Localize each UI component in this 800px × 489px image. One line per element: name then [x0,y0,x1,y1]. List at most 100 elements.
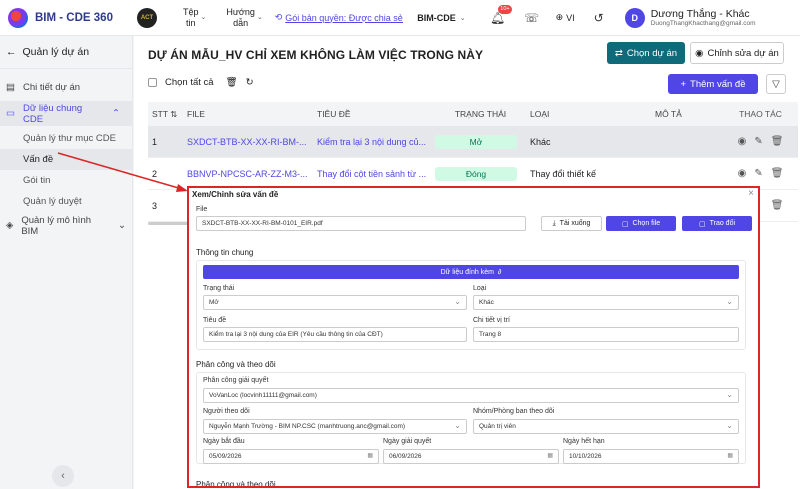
resolve-date-input[interactable]: 06/09/2026 [383,449,559,464]
sidebar-item-label: Quản lý duyệt [23,196,82,207]
sidebar-item-label: Dữ liệu chung CDE [22,102,83,125]
col-stt-label: STT [152,108,168,119]
phone-button[interactable]: ☏ [522,8,542,28]
download-button[interactable]: ⤓ Tải xuống [541,216,602,231]
user-email: DuongThangKhacthang@gmail.com [650,20,756,27]
type-select[interactable]: Khác [473,295,739,310]
add-issue-label: Thêm vấn đề [690,78,746,90]
filter-button[interactable]: ▽ [766,74,786,94]
row-stt: 1 [152,136,158,147]
download-icon: ⤓ [552,219,556,227]
phone-icon: ☏ [524,10,540,25]
download-label: Tải xuống [559,220,591,227]
menu-file-label: Tệp [183,6,199,17]
sidebar-item-label: Gói tin [23,175,51,186]
close-icon[interactable]: × [748,188,754,199]
chevron-up-icon: ⌃ [112,108,120,119]
sidebar-item-issues[interactable]: Vấn đề [0,149,132,170]
trash-icon[interactable]: 🗑︎ [771,168,784,179]
trash-icon[interactable]: 🗑︎ [771,200,784,211]
edit-project-button[interactable]: ◉ Chỉnh sửa dự án [690,42,784,64]
notification-button[interactable]: 🔔︎ 10+ [488,4,512,28]
copyright-link[interactable]: ⟲ Gói bản quyền: Được chia sẻ... [275,12,404,23]
resolve-date-label: Ngày giải quyết [383,438,432,445]
row-title-link[interactable]: Thay đổi cột tiền sảnh từ ... [313,169,431,179]
avatar: D [624,7,645,28]
assignee-select[interactable]: VoVanLoc (locvinh11111@gmail.com) [203,388,739,403]
follower-select[interactable]: Nguyễn Mạnh Trường - BIM NP.CSC (manhtru… [203,419,467,434]
row-actions: ◉ ✎ 🗑︎ [723,136,798,147]
sidebar-item-label: Quản lý thư mục CDE [23,133,116,144]
sidebar-item-packages[interactable]: Gói tin [0,170,132,191]
edit-icon[interactable]: ✎ [754,168,762,179]
row-file-link[interactable]: BBNVP-NPCSC-AR-ZZ-M3-... [183,169,313,179]
choose-project-button[interactable]: ⇄ Chọn dự án [607,42,685,64]
attached-data-button[interactable]: Dữ liệu đính kèm ∂ [203,265,739,279]
collapse-sidebar-button[interactable]: ‹ [52,465,74,487]
sidebar-item-cde-data[interactable]: ▭ Dữ liệu chung CDE ⌃ [0,101,132,126]
back-to-projects[interactable]: ← Quản lý dự án [0,36,132,69]
eye-icon: ◉ [695,47,704,59]
eye-icon[interactable]: ◉ [738,168,747,179]
row-type: Thay đổi thiết kế [530,168,597,179]
menu-file[interactable]: Tệp tin ⌄ [183,7,206,29]
choose-file-button[interactable]: ▢ Chọn file [606,216,676,231]
row-file-link[interactable]: SXDCT-BTB-XX-XX-RI-BM-... [183,137,313,147]
table-row[interactable]: 1 SXDCT-BTB-XX-XX-RI-BM-... Kiểm tra lại… [148,126,798,158]
col-type: LOẠI [530,109,550,119]
eye-icon[interactable]: ◉ [738,136,747,147]
chevron-down-icon: ⌄ [200,14,207,21]
due-date-label: Ngày hết hạn [563,438,605,445]
due-date-input[interactable]: 10/10/2026 [563,449,739,464]
select-all-checkbox[interactable] [148,78,157,87]
sidebar-item-bim-models[interactable]: ◈ Quản lý mô hình BIM ⌄ [0,213,132,238]
status-badge: Đóng [435,166,517,181]
col-stt[interactable]: STT ⇅ [148,109,183,120]
trash-icon[interactable]: 🗑︎ [226,77,238,88]
file-field[interactable]: SXDCT-BTB-XX-XX-RI-BM-0101_EIR.pdf [196,216,526,231]
edit-project-label: Chỉnh sửa dự án [707,47,779,59]
replace-button[interactable]: ▢ Trao đổi [682,216,752,231]
cube-icon: ◈ [6,220,14,231]
app-logo-icon [8,7,28,28]
group-select[interactable]: Quản trị viên [473,419,739,434]
refresh-icon[interactable]: ↻ [246,77,254,88]
choose-project-label: Chọn dự án [626,47,678,59]
trash-icon[interactable]: 🗑︎ [771,136,784,147]
history-button[interactable]: ↺ [589,8,609,28]
menu-guide[interactable]: Hướng dẫn ⌄ [226,7,262,29]
row-stt: 3 [152,200,158,211]
row-title-link[interactable]: Kiểm tra lại 3 nội dung củ... [313,137,431,147]
issue-edit-modal: Xem/Chỉnh sửa vấn đề × File SXDCT-BTB-XX… [187,186,760,488]
table-header: STT ⇅ FILE TIÊU ĐỀ TRẠNG THÁI LOẠI MÔ TẢ… [148,102,798,126]
start-date-input[interactable]: 05/09/2026 [203,449,379,464]
edit-icon[interactable]: ✎ [754,136,762,147]
chevron-left-icon: ‹ [61,470,65,482]
menu-file-label-2: tin [186,17,196,28]
sidebar-item-project-detail[interactable]: ▤ Chi tiết dự án [0,75,132,100]
sidebar-item-label: Quản lý mô hình BIM [21,214,92,237]
row-status: Đóng [431,166,526,181]
sidebar-item-approvals[interactable]: Quản lý duyệt [0,191,132,212]
status-select[interactable]: Mở [203,295,467,310]
row-stt: 2 [152,168,158,179]
title-input[interactable]: Kiểm tra lại 3 nội dung của EIR (Yêu cầu… [203,327,467,342]
attached-data-label: Dữ liệu đính kèm [440,268,494,276]
sidebar-item-cde-folders[interactable]: Quản lý thư mục CDE [0,128,132,149]
row-status: Mở [431,134,526,149]
add-issue-button[interactable]: + Thêm vấn đề [668,74,758,94]
location-input[interactable]: Trang 8 [473,327,739,342]
project-select[interactable]: BIM-CDE ⌄ [417,13,465,23]
back-label: Quản lý dự án [22,46,90,58]
sidebar-item-label: Vấn đề [23,154,54,165]
filter-icon: ▽ [772,78,780,90]
folder-icon: ▭ [6,108,15,119]
language-select[interactable]: ⊕ VI [556,12,575,23]
brand[interactable]: BIM - CDE 360 [0,7,133,28]
row-actions: ◉ ✎ 🗑︎ [723,168,798,179]
user-menu[interactable]: D Dương Thắng - Khác DuongThangKhacthang… [624,7,756,28]
follower-label: Người theo dõi [203,408,250,415]
globe-icon: ⊕ [555,12,564,22]
title-label: Tiêu đề [203,317,227,324]
plus-icon: + [680,78,687,90]
